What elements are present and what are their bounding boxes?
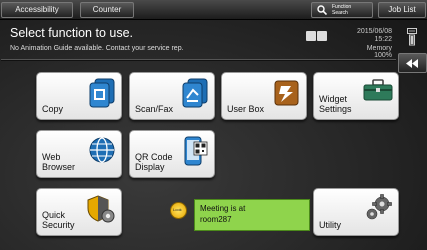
- scan-fax-tile[interactable]: Scan/Fax: [129, 72, 215, 120]
- quick-security-label-2: Security: [42, 220, 75, 230]
- mfp-home-screen: Accessibility Counter Function Search Jo…: [0, 0, 427, 250]
- header-divider: [1, 59, 396, 61]
- quick-security-label: Quick Security: [42, 210, 75, 230]
- function-search-label-2: Search: [332, 10, 348, 16]
- memory-gauge-icon: [407, 28, 417, 46]
- animation-guide-notice: No Animation Guide available. Contact yo…: [10, 45, 184, 52]
- toolbox-icon: [363, 79, 393, 101]
- magnifier-icon: [317, 5, 327, 15]
- memory-value: 100%: [374, 52, 392, 59]
- qr-code-display-label-1: QR Code: [135, 152, 173, 162]
- widget-settings-label-2: Settings: [319, 104, 352, 114]
- widget-settings-label-1: Widget: [319, 94, 348, 104]
- user-box-label: User Box: [227, 104, 265, 114]
- copy-tile[interactable]: Copy: [36, 72, 122, 120]
- function-search-button[interactable]: Function Search: [311, 2, 373, 18]
- user-box-icon: [274, 80, 299, 106]
- gear-icon: [366, 194, 392, 220]
- shield-gear-icon: [87, 195, 115, 223]
- qr-code-display-label-2: Display: [135, 162, 165, 172]
- page-title: Select function to use.: [10, 26, 133, 40]
- rewind-icon: [406, 59, 418, 68]
- web-browser-label-2: Browser: [42, 162, 76, 172]
- utility-tile[interactable]: Utility: [313, 188, 399, 236]
- quick-security-label-1: Quick: [42, 210, 66, 220]
- quick-security-tile[interactable]: Quick Security: [36, 188, 122, 236]
- qr-code-display-tile[interactable]: QR Code Display: [129, 130, 215, 178]
- note-icon: Look: [170, 202, 187, 219]
- job-list-button[interactable]: Job List: [378, 2, 426, 18]
- time-text: 15:22: [374, 36, 392, 43]
- web-browser-label: Web Browser: [42, 152, 75, 172]
- status-icons: [306, 28, 328, 46]
- scan-fax-icon: [182, 78, 208, 108]
- widget-settings-label: Widget Settings: [319, 94, 352, 114]
- memory-label: Memory: [366, 45, 392, 52]
- storage-status-icon: [317, 31, 327, 41]
- copy-icon: [89, 78, 115, 108]
- date-text: 2015/06/08: [356, 28, 392, 35]
- side-panel-toggle-button[interactable]: [398, 53, 427, 73]
- message-line-2: room287: [200, 215, 232, 224]
- lock-status-icon: [306, 31, 316, 41]
- message-note: Meeting is at room287: [194, 199, 310, 231]
- user-box-tile[interactable]: User Box: [221, 72, 307, 120]
- top-bar: Accessibility Counter Function Search Jo…: [0, 0, 427, 20]
- web-browser-label-1: Web: [42, 152, 61, 162]
- message-line-1: Meeting is at: [200, 204, 246, 213]
- widget-settings-tile[interactable]: Widget Settings: [313, 72, 399, 120]
- globe-icon: [89, 137, 115, 163]
- scan-fax-label: Scan/Fax: [135, 104, 174, 114]
- qr-code-display-label: QR Code Display: [135, 152, 173, 172]
- utility-label: Utility: [319, 220, 341, 230]
- accessibility-button[interactable]: Accessibility: [1, 2, 73, 18]
- web-browser-tile[interactable]: Web Browser: [36, 130, 122, 178]
- counter-button[interactable]: Counter: [80, 2, 134, 18]
- qr-phone-icon: [184, 136, 208, 166]
- copy-label: Copy: [42, 104, 64, 114]
- memory-status: Memory 100%: [367, 45, 392, 59]
- date-time: 2015/06/08 15:22: [357, 28, 392, 44]
